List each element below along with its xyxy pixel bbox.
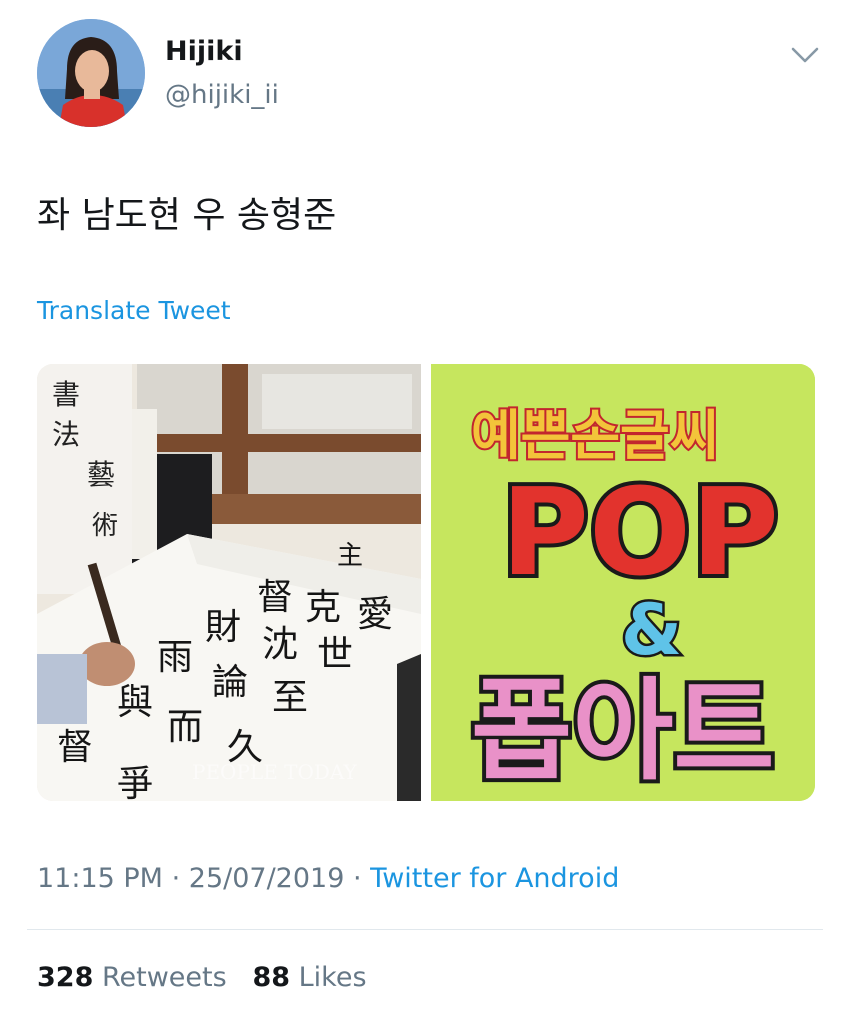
- translate-tweet-link[interactable]: Translate Tweet: [37, 296, 231, 325]
- svg-text:論: 論: [212, 662, 248, 703]
- svg-text:法: 法: [52, 418, 80, 451]
- media-image-pop-art-book[interactable]: 예쁜손글씨 POP & 폽아트: [431, 364, 815, 801]
- retweets-stat[interactable]: 328 Retweets: [37, 962, 227, 993]
- tweet-date[interactable]: 25/07/2019: [189, 863, 345, 894]
- divider: [27, 929, 823, 930]
- svg-text:督: 督: [57, 727, 93, 768]
- likes-count: 88: [252, 962, 291, 993]
- cover-title-pop: POP: [501, 464, 779, 603]
- media-image-calligraphy[interactable]: 書 法 藝 術 督克愛 財沈世 雨論至 與而久 督爭 主 PEOPLE TODA…: [37, 364, 421, 801]
- svg-text:財: 財: [205, 607, 241, 648]
- svg-text:與: 與: [117, 682, 153, 723]
- retweets-count: 328: [37, 962, 94, 993]
- cover-ampersand: &: [621, 589, 682, 671]
- svg-text:克: 克: [305, 587, 341, 628]
- svg-text:至: 至: [272, 677, 308, 718]
- svg-text:書: 書: [52, 378, 80, 411]
- likes-label: Likes: [298, 962, 367, 993]
- cover-title-top: 예쁜손글씨: [471, 404, 719, 467]
- svg-text:爭: 爭: [117, 764, 153, 801]
- user-display-name[interactable]: Hijiki: [165, 36, 243, 67]
- tweet-stats: 328 Retweets 88 Likes: [37, 962, 367, 993]
- retweets-label: Retweets: [101, 962, 227, 993]
- svg-text:雨: 雨: [157, 637, 193, 678]
- svg-text:主: 主: [337, 541, 363, 571]
- tweet-text: 좌 남도현 우 송형준: [37, 195, 337, 236]
- separator: ·: [171, 863, 181, 894]
- media-grid: 書 法 藝 術 督克愛 財沈世 雨論至 與而久 督爭 主 PEOPLE TODA…: [37, 364, 815, 801]
- avatar[interactable]: [37, 19, 145, 127]
- svg-text:世: 世: [317, 634, 353, 675]
- svg-text:而: 而: [167, 707, 203, 748]
- avatar-photo: [37, 19, 145, 127]
- tweet-timestamp-row: 11:15 PM · 25/07/2019 · Twitter for Andr…: [37, 863, 619, 894]
- svg-text:沈: 沈: [262, 624, 298, 665]
- cover-title-bottom: 폽아트: [471, 667, 775, 795]
- user-handle[interactable]: @hijiki_ii: [165, 80, 279, 110]
- watermark-text: PEOPLE TODAY: [192, 760, 358, 784]
- svg-text:術: 術: [92, 511, 118, 541]
- svg-text:藝: 藝: [87, 458, 115, 491]
- likes-stat[interactable]: 88 Likes: [252, 962, 366, 993]
- svg-text:督: 督: [257, 577, 293, 618]
- separator: ·: [352, 863, 362, 894]
- tweet-source-link[interactable]: Twitter for Android: [370, 863, 619, 894]
- svg-text:愛: 愛: [357, 594, 393, 635]
- chevron-down-icon[interactable]: [788, 44, 822, 66]
- tweet-time[interactable]: 11:15 PM: [37, 863, 163, 894]
